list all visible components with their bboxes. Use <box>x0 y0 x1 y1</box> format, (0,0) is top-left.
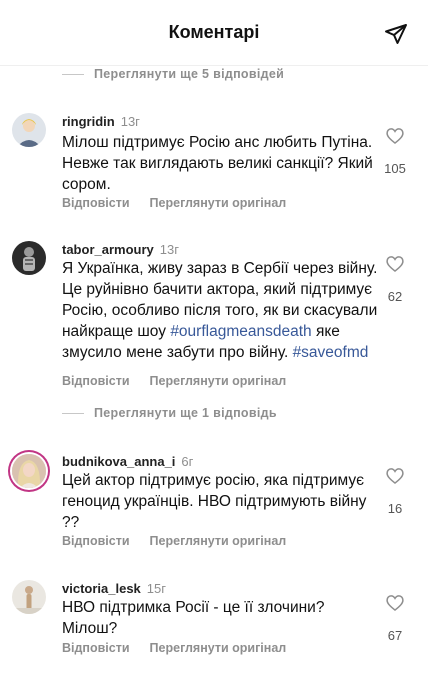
like-count: 67 <box>387 628 403 643</box>
comment-actions: Відповісти Переглянути оригінал <box>62 534 286 548</box>
like-control: 67 <box>380 593 410 643</box>
comment-username[interactable]: tabor_armoury 13г <box>62 242 179 257</box>
divider-line <box>62 412 84 414</box>
comment-text: Цей актор підтримує росію, яка підтримує… <box>62 472 367 531</box>
comment-time: 15г <box>146 581 166 596</box>
avatar[interactable] <box>12 113 46 147</box>
avatar[interactable] <box>12 454 46 488</box>
username-text[interactable]: victoria_lesk <box>62 581 141 596</box>
view-replies-label: Переглянути ще 5 відповідей <box>94 67 285 81</box>
comment-actions: Відповісти Переглянути оригінал <box>62 374 286 388</box>
username-text[interactable]: tabor_armoury <box>62 242 154 257</box>
like-control: 62 <box>380 254 410 304</box>
like-count: 16 <box>387 501 403 516</box>
comment-text: Я Українка, живу зараз в Сербії через ві… <box>62 258 380 363</box>
avatar[interactable] <box>12 580 46 614</box>
like-count: 105 <box>384 161 406 176</box>
comment-time: 13г <box>120 114 140 129</box>
divider-line <box>62 73 84 75</box>
see-original-button[interactable]: Переглянути оригінал <box>150 641 287 655</box>
view-more-replies-button[interactable]: Переглянути ще 1 відповідь <box>62 403 277 423</box>
reply-button[interactable]: Відповісти <box>62 196 130 210</box>
view-more-replies-button[interactable]: Переглянути ще 5 відповідей <box>62 64 284 84</box>
heart-icon[interactable] <box>385 593 405 613</box>
comment-time: 6г <box>181 454 194 469</box>
comment-actions: Відповісти Переглянути оригінал <box>62 196 286 210</box>
view-replies-label: Переглянути ще 1 відповідь <box>94 406 277 420</box>
comment-text: НВО підтримка Росії - це її злочини? Міл… <box>62 599 325 637</box>
heart-icon[interactable] <box>385 254 405 274</box>
reply-button[interactable]: Відповісти <box>62 374 130 388</box>
comment-username[interactable]: ringridin 13г <box>62 114 140 129</box>
comment-text: Мілош підтримує Росію анс любить Путіна.… <box>62 134 373 193</box>
page-title: Коментарі <box>168 22 260 42</box>
see-original-button[interactable]: Переглянути оригінал <box>150 374 287 388</box>
see-original-button[interactable]: Переглянути оригінал <box>150 196 287 210</box>
hashtag-link[interactable]: #ourflagmeansdeath <box>170 323 311 340</box>
see-original-button[interactable]: Переглянути оригінал <box>150 534 287 548</box>
heart-icon[interactable] <box>385 126 405 146</box>
send-icon[interactable] <box>384 22 408 46</box>
username-text[interactable]: budnikova_anna_i <box>62 454 175 469</box>
comment-username[interactable]: victoria_lesk 15г <box>62 581 166 596</box>
like-control: 105 <box>380 126 410 176</box>
avatar[interactable] <box>12 241 46 275</box>
comment-actions: Відповісти Переглянути оригінал <box>62 641 286 655</box>
header: Коментарі <box>0 0 428 66</box>
reply-button[interactable]: Відповісти <box>62 641 130 655</box>
username-text[interactable]: ringridin <box>62 114 115 129</box>
like-count: 62 <box>387 289 403 304</box>
like-control: 16 <box>380 466 410 516</box>
reply-button[interactable]: Відповісти <box>62 534 130 548</box>
heart-icon[interactable] <box>385 466 405 486</box>
hashtag-link[interactable]: #saveofmd <box>293 344 369 361</box>
comment-username[interactable]: budnikova_anna_i 6г <box>62 454 193 469</box>
comment-time: 13г <box>159 242 179 257</box>
